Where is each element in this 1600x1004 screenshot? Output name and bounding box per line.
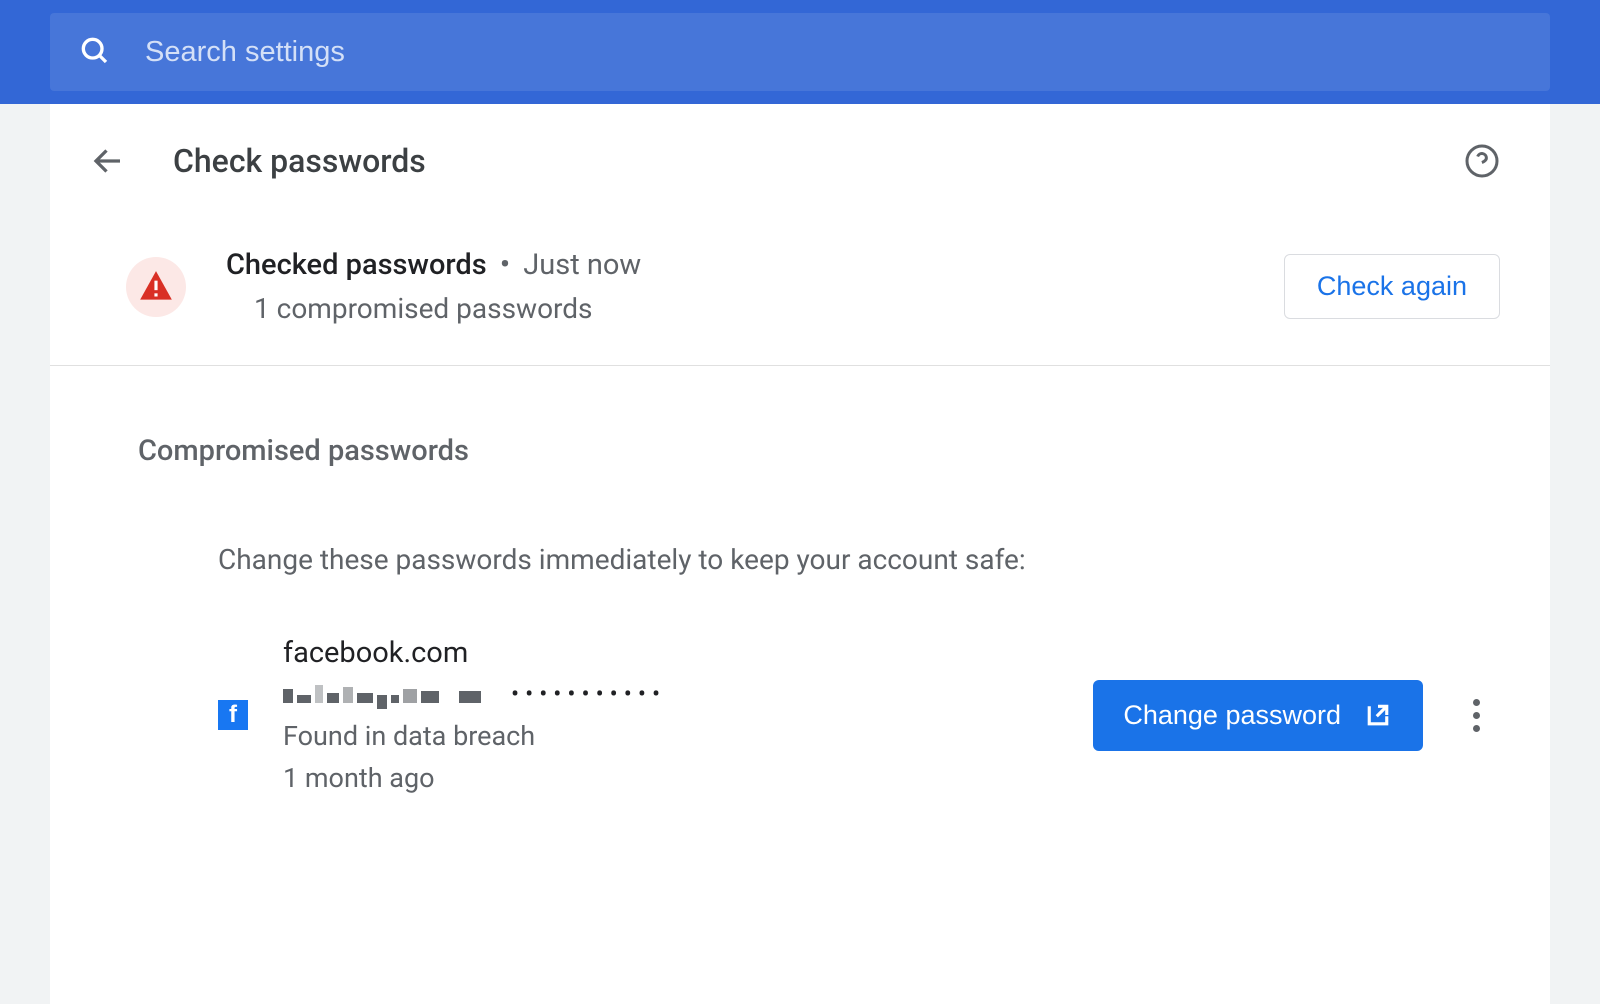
compromised-heading: Compromised passwords xyxy=(138,434,1510,468)
content-panel: Check passwords Checked passwords • Just… xyxy=(50,104,1550,1004)
status-summary: 1 compromised passwords xyxy=(254,292,1284,325)
status-label: Checked passwords xyxy=(226,248,487,282)
password-meta-row: ••••••••••• xyxy=(283,680,1093,708)
status-section: Checked passwords • Just now 1 compromis… xyxy=(50,218,1550,366)
search-container[interactable] xyxy=(50,13,1550,91)
breach-time: 1 month ago xyxy=(283,762,1093,794)
search-icon xyxy=(78,34,110,70)
status-time: Just now xyxy=(523,248,641,282)
warning-triangle-icon xyxy=(137,268,175,306)
compromised-section: Compromised passwords Change these passw… xyxy=(50,366,1550,794)
help-icon[interactable] xyxy=(1464,143,1500,179)
search-input[interactable] xyxy=(145,36,1522,69)
more-options-icon[interactable] xyxy=(1473,699,1480,732)
change-password-label: Change password xyxy=(1123,700,1341,731)
header-bar xyxy=(0,0,1600,104)
check-again-button[interactable]: Check again xyxy=(1284,254,1500,319)
warning-badge xyxy=(126,257,186,317)
breach-info: Found in data breach xyxy=(283,720,1093,752)
site-name: facebook.com xyxy=(283,636,1093,670)
password-mask: ••••••••••• xyxy=(511,680,666,708)
page-title: Check passwords xyxy=(173,142,426,180)
password-details: facebook.com xyxy=(283,636,1093,794)
external-link-icon xyxy=(1363,700,1393,730)
facebook-icon: f xyxy=(229,701,237,729)
panel-header: Check passwords xyxy=(50,104,1550,218)
back-arrow-icon[interactable] xyxy=(90,143,126,179)
password-item: f facebook.com xyxy=(138,576,1510,794)
status-text: Checked passwords • Just now 1 compromis… xyxy=(226,248,1284,325)
change-password-button[interactable]: Change password xyxy=(1093,680,1423,751)
obscured-username xyxy=(283,685,481,703)
compromised-subtext: Change these passwords immediately to ke… xyxy=(218,543,1510,576)
status-separator: • xyxy=(500,248,510,282)
site-favicon: f xyxy=(218,700,248,730)
